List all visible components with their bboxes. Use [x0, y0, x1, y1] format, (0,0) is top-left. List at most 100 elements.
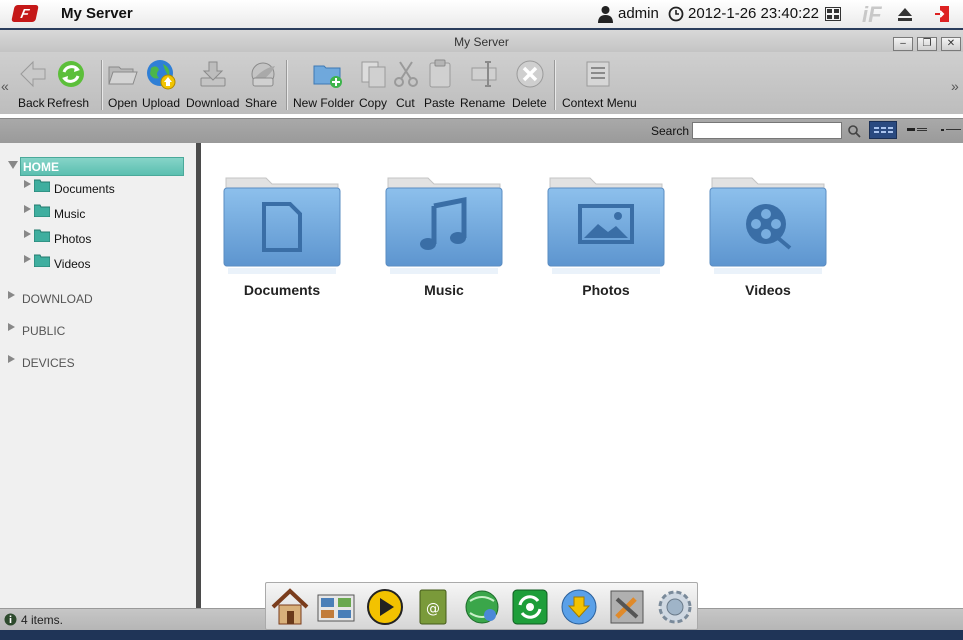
- bottom-strip: [0, 630, 963, 640]
- tree-expand-icon[interactable]: [8, 323, 15, 331]
- tree-item-devices[interactable]: DEVICES: [22, 356, 75, 370]
- brand-watermark: iF: [862, 2, 882, 27]
- music-note-icon: [385, 177, 503, 274]
- tree-expand-icon[interactable]: [24, 205, 31, 213]
- tree-expand-icon[interactable]: [24, 255, 31, 263]
- folder-videos[interactable]: Videos: [708, 170, 828, 320]
- tree-expand-icon[interactable]: [24, 180, 31, 188]
- upload-globe-icon[interactable]: [145, 58, 177, 90]
- tree-item-photos[interactable]: Photos: [54, 232, 91, 246]
- back-button[interactable]: Back: [18, 96, 45, 110]
- svg-text:@: @: [426, 601, 440, 617]
- new-folder-icon[interactable]: [312, 58, 344, 90]
- tools-app-icon[interactable]: [607, 587, 647, 627]
- tree-expand-icon[interactable]: [24, 230, 31, 238]
- refresh-icon[interactable]: [55, 58, 87, 90]
- tree-item-videos[interactable]: Videos: [54, 257, 90, 271]
- datetime-display: 2012-1-26 23:40:22: [688, 5, 819, 22]
- share-button[interactable]: Share: [245, 96, 277, 110]
- rename-button[interactable]: Rename: [460, 96, 505, 110]
- tree-expand-icon[interactable]: [8, 291, 15, 299]
- open-button[interactable]: Open: [108, 96, 137, 110]
- folder-label: Photos: [582, 282, 630, 298]
- context-menu-icon[interactable]: [583, 58, 615, 90]
- cut-button[interactable]: Cut: [396, 96, 415, 110]
- minimize-button[interactable]: –: [893, 37, 913, 51]
- copy-button[interactable]: Copy: [359, 96, 387, 110]
- open-folder-icon[interactable]: [107, 58, 139, 90]
- folder-label: Videos: [745, 282, 791, 298]
- maximize-button[interactable]: ❐: [917, 37, 937, 51]
- refresh-button[interactable]: Refresh: [47, 96, 89, 110]
- folder-label: Documents: [243, 282, 321, 298]
- copy-icon[interactable]: [358, 58, 390, 90]
- eject-icon[interactable]: [897, 7, 913, 21]
- logout-icon[interactable]: [934, 5, 950, 23]
- upload-button[interactable]: Upload: [142, 96, 180, 110]
- clock-icon: [668, 6, 684, 22]
- folder-photos[interactable]: Photos: [546, 170, 666, 320]
- network-app-icon[interactable]: [462, 587, 502, 627]
- folder-icon: [34, 179, 50, 192]
- tree-item-public[interactable]: PUBLIC: [22, 324, 65, 338]
- back-arrow-icon[interactable]: [17, 58, 49, 90]
- info-icon: [4, 613, 17, 626]
- clipboard-icon[interactable]: [424, 58, 456, 90]
- tree-item-download[interactable]: DOWNLOAD: [22, 292, 93, 306]
- sync-app-icon[interactable]: [510, 587, 550, 627]
- tree-item-home[interactable]: HOME: [20, 157, 184, 176]
- list-view-icon[interactable]: [906, 125, 928, 135]
- detail-view-icon[interactable]: [940, 125, 962, 135]
- app-title: My Server: [61, 5, 133, 22]
- user-name[interactable]: admin: [618, 5, 659, 23]
- window-title-bar: My Server – ❐ ✕: [0, 30, 963, 52]
- home-app-icon[interactable]: [270, 587, 310, 627]
- toolbar-separator: [554, 60, 555, 110]
- folder-icon: [34, 204, 50, 217]
- window-title: My Server: [454, 35, 509, 49]
- new-folder-button[interactable]: New Folder: [293, 96, 354, 110]
- toolbar-scroll-left-icon[interactable]: «: [1, 78, 9, 94]
- film-reel-icon: [709, 177, 827, 274]
- tree-item-documents[interactable]: Documents: [54, 182, 115, 196]
- toolbar-separator: [286, 60, 287, 110]
- app-logo: F: [11, 5, 39, 22]
- share-icon[interactable]: [247, 58, 279, 90]
- grid-view-icon: [874, 127, 893, 133]
- app-grid-icon[interactable]: [825, 7, 841, 21]
- download-manager-app-icon[interactable]: [559, 587, 599, 627]
- picture-icon: [547, 177, 665, 274]
- download-button[interactable]: Download: [186, 96, 239, 110]
- toolbar-scroll-right-icon[interactable]: »: [951, 78, 959, 94]
- folder-documents[interactable]: Documents: [222, 170, 342, 320]
- search-bar: Search: [0, 118, 963, 143]
- address-book-app-icon[interactable]: @: [413, 587, 453, 627]
- context-menu-button[interactable]: Context Menu: [562, 96, 637, 110]
- tree-collapse-icon[interactable]: [8, 161, 18, 169]
- delete-button[interactable]: Delete: [512, 96, 547, 110]
- folder-icon: [34, 254, 50, 267]
- file-content-area: Documents Music Photos Videos: [201, 143, 963, 608]
- tree-item-label: HOME: [23, 160, 59, 174]
- folder-music[interactable]: Music: [384, 170, 504, 320]
- photo-album-app-icon[interactable]: [316, 587, 356, 627]
- rename-icon[interactable]: [468, 58, 500, 90]
- folder-label: Music: [424, 282, 464, 298]
- search-icon[interactable]: [847, 124, 861, 138]
- scissors-icon[interactable]: [390, 58, 422, 90]
- user-icon: [598, 6, 613, 23]
- settings-app-icon[interactable]: [655, 587, 695, 627]
- paste-button[interactable]: Paste: [424, 96, 455, 110]
- media-player-app-icon[interactable]: [365, 587, 405, 627]
- download-icon[interactable]: [197, 58, 229, 90]
- delete-icon[interactable]: [514, 58, 546, 90]
- toolbar-separator: [101, 60, 102, 110]
- grid-view-button[interactable]: [869, 121, 897, 139]
- close-button[interactable]: ✕: [941, 37, 961, 51]
- tree-item-music[interactable]: Music: [54, 207, 85, 221]
- toolbar: « Back Refresh Open Upload Download Shar…: [0, 52, 963, 114]
- sidebar-tree: HOME Documents Music Photos Videos DOWNL…: [0, 143, 196, 608]
- app-dock: @: [265, 582, 698, 630]
- tree-expand-icon[interactable]: [8, 355, 15, 363]
- search-input[interactable]: [692, 122, 842, 139]
